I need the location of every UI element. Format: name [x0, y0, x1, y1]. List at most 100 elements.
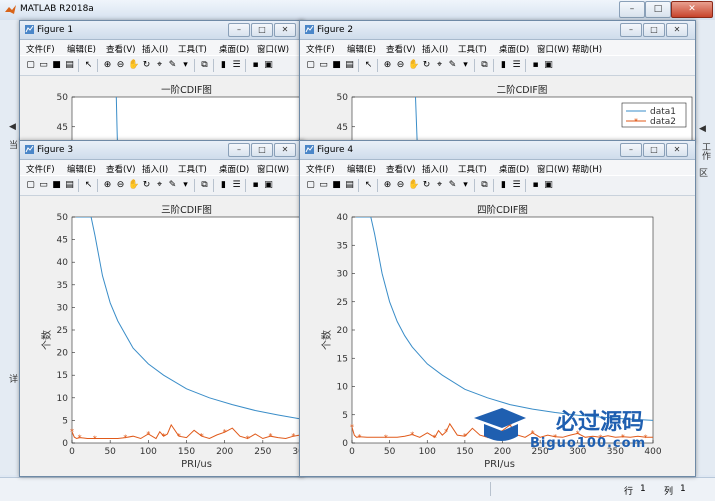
menu-item-2[interactable]: 查看(V)	[386, 163, 415, 175]
figure-2-window[interactable]: Figure 2 – □ ✕ 文件(F) 编辑(E) 查看(V) 插入(I) 工具(T) 桌面(D…	[299, 20, 696, 142]
menu-item-3[interactable]: 插入(I)	[142, 43, 168, 55]
select-arrow-icon[interactable]: ↖	[83, 180, 94, 191]
new-file-icon[interactable]: ▢	[25, 180, 36, 191]
data-cursor-icon[interactable]: ⌖	[154, 60, 165, 71]
open-file-icon[interactable]: ▭	[318, 60, 329, 71]
link-plot-icon[interactable]: ⧉	[199, 180, 210, 191]
zoom-out-icon[interactable]: ⊖	[395, 60, 406, 71]
zoom-in-icon[interactable]: ⊕	[102, 180, 113, 191]
menu-item-5[interactable]: 桌面(D)	[499, 43, 529, 55]
pan-icon[interactable]: ✋	[408, 180, 419, 191]
link-plot-icon[interactable]: ⧉	[479, 60, 490, 71]
menu-item-4[interactable]: 工具(T)	[458, 43, 487, 55]
colorbar-icon[interactable]: ▮	[498, 60, 509, 71]
pan-icon[interactable]: ✋	[128, 180, 139, 191]
show-plot-tools-icon[interactable]: ▣	[543, 60, 554, 71]
print-icon[interactable]: ▤	[344, 60, 355, 71]
menu-item-5[interactable]: 桌面(D)	[499, 163, 529, 175]
menu-item-7[interactable]: 帮助(H)	[572, 43, 602, 55]
close-button[interactable]: ✕	[671, 1, 713, 18]
hide-plot-tools-icon[interactable]: ▪	[530, 180, 541, 191]
colorbar-icon[interactable]: ▮	[498, 180, 509, 191]
select-arrow-icon[interactable]: ↖	[83, 60, 94, 71]
data-cursor-icon[interactable]: ⌖	[434, 60, 445, 71]
menu-item-0[interactable]: 文件(F)	[306, 163, 335, 175]
menu-item-3[interactable]: 插入(I)	[142, 163, 168, 175]
select-arrow-icon[interactable]: ↖	[363, 60, 374, 71]
menu-item-0[interactable]: 文件(F)	[306, 43, 335, 55]
colorbar-icon[interactable]: ▮	[218, 60, 229, 71]
figure-1-window[interactable]: Figure 1 – □ ✕ 文件(F) 编辑(E) 查看(V) 插入(I) 工具(T) 桌面(D…	[19, 20, 304, 142]
maximize-button[interactable]: □	[645, 1, 671, 18]
figure-minimize-button[interactable]: –	[228, 23, 250, 37]
save-icon[interactable]: ■	[331, 180, 342, 191]
figure-title-bar[interactable]: Figure 3 – □ ✕	[20, 141, 303, 160]
rotate-icon[interactable]: ↻	[421, 180, 432, 191]
brush-dropdown-icon[interactable]: ▾	[460, 60, 471, 71]
menu-item-6[interactable]: 窗口(W)	[537, 43, 569, 55]
menu-item-6[interactable]: 窗口(W)	[257, 163, 289, 175]
figure-title-bar[interactable]: Figure 2 – □ ✕	[300, 21, 695, 40]
zoom-out-icon[interactable]: ⊖	[395, 180, 406, 191]
zoom-out-icon[interactable]: ⊖	[115, 60, 126, 71]
open-file-icon[interactable]: ▭	[38, 60, 49, 71]
data-cursor-icon[interactable]: ⌖	[154, 180, 165, 191]
menu-item-1[interactable]: 编辑(E)	[67, 43, 96, 55]
new-file-icon[interactable]: ▢	[25, 60, 36, 71]
link-plot-icon[interactable]: ⧉	[479, 180, 490, 191]
menu-item-2[interactable]: 查看(V)	[106, 43, 135, 55]
pan-icon[interactable]: ✋	[408, 60, 419, 71]
new-file-icon[interactable]: ▢	[305, 60, 316, 71]
brush-dropdown-icon[interactable]: ▾	[460, 180, 471, 191]
hide-plot-tools-icon[interactable]: ▪	[250, 180, 261, 191]
zoom-in-icon[interactable]: ⊕	[102, 60, 113, 71]
figure-title-bar[interactable]: Figure 4 – □ ✕	[300, 141, 695, 160]
menu-item-5[interactable]: 桌面(D)	[219, 163, 249, 175]
rotate-icon[interactable]: ↻	[421, 60, 432, 71]
open-file-icon[interactable]: ▭	[38, 180, 49, 191]
menu-item-4[interactable]: 工具(T)	[178, 43, 207, 55]
print-icon[interactable]: ▤	[64, 180, 75, 191]
hide-plot-tools-icon[interactable]: ▪	[530, 60, 541, 71]
legend-icon[interactable]: ☰	[231, 180, 242, 191]
zoom-in-icon[interactable]: ⊕	[382, 60, 393, 71]
legend-icon[interactable]: ☰	[511, 60, 522, 71]
figure-maximize-button[interactable]: □	[643, 23, 665, 37]
figure-close-button[interactable]: ✕	[666, 23, 688, 37]
new-file-icon[interactable]: ▢	[305, 180, 316, 191]
print-icon[interactable]: ▤	[64, 60, 75, 71]
show-plot-tools-icon[interactable]: ▣	[543, 180, 554, 191]
hide-plot-tools-icon[interactable]: ▪	[250, 60, 261, 71]
menu-item-0[interactable]: 文件(F)	[26, 43, 55, 55]
brush-icon[interactable]: ✎	[167, 60, 178, 71]
brush-dropdown-icon[interactable]: ▾	[180, 60, 191, 71]
show-plot-tools-icon[interactable]: ▣	[263, 60, 274, 71]
menu-item-3[interactable]: 插入(I)	[422, 163, 448, 175]
zoom-out-icon[interactable]: ⊖	[115, 180, 126, 191]
zoom-in-icon[interactable]: ⊕	[382, 180, 393, 191]
brush-dropdown-icon[interactable]: ▾	[180, 180, 191, 191]
menu-item-3[interactable]: 插入(I)	[422, 43, 448, 55]
right-panel-arrow-icon[interactable]: ◀	[699, 124, 706, 134]
figure-title-bar[interactable]: Figure 1 – □ ✕	[20, 21, 303, 40]
save-icon[interactable]: ■	[51, 180, 62, 191]
save-icon[interactable]: ■	[51, 60, 62, 71]
figure-minimize-button[interactable]: –	[228, 143, 250, 157]
rotate-icon[interactable]: ↻	[141, 180, 152, 191]
minimize-button[interactable]: –	[619, 1, 645, 18]
figure-minimize-button[interactable]: –	[620, 143, 642, 157]
figure-close-button[interactable]: ✕	[274, 143, 296, 157]
menu-item-1[interactable]: 编辑(E)	[347, 163, 376, 175]
brush-icon[interactable]: ✎	[167, 180, 178, 191]
data-cursor-icon[interactable]: ⌖	[434, 180, 445, 191]
pan-icon[interactable]: ✋	[128, 60, 139, 71]
menu-item-2[interactable]: 查看(V)	[386, 43, 415, 55]
colorbar-icon[interactable]: ▮	[218, 180, 229, 191]
menu-item-1[interactable]: 编辑(E)	[67, 163, 96, 175]
menu-item-1[interactable]: 编辑(E)	[347, 43, 376, 55]
menu-item-6[interactable]: 窗口(W)	[257, 43, 289, 55]
figure-maximize-button[interactable]: □	[251, 143, 273, 157]
show-plot-tools-icon[interactable]: ▣	[263, 180, 274, 191]
print-icon[interactable]: ▤	[344, 180, 355, 191]
legend-icon[interactable]: ☰	[231, 60, 242, 71]
